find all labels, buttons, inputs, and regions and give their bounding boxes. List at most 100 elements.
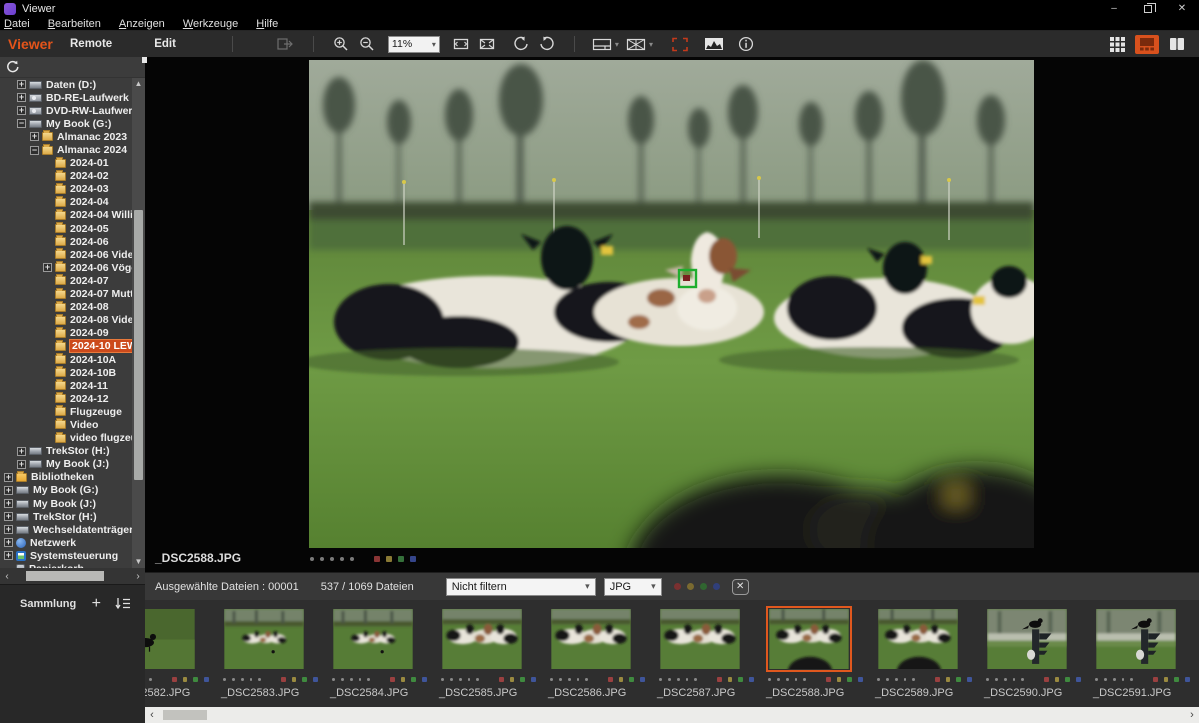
label-color-swatch[interactable] [410,556,416,562]
expand-icon[interactable]: + [4,473,13,482]
filmstrip-item[interactable]: _DSC2590.JPG [972,600,1081,699]
rating-dot[interactable] [912,678,915,681]
tree-item-2024-10a[interactable]: +2024-10A [0,353,132,366]
tree-item-my-book-g-[interactable]: −My Book (G:) [0,117,132,130]
thumbnail-rating-row[interactable] [877,677,972,682]
filmstrip-scrollbar[interactable]: ‹ › [145,707,1199,723]
menu-item-anzeigen[interactable]: Anzeigen [119,18,165,30]
tree-item-2024-07[interactable]: +2024-07 [0,274,132,287]
layout-caret-icon[interactable]: ▾ [615,40,619,49]
thumbnail-image[interactable] [1096,609,1176,669]
tree-item-flugzeuge[interactable]: +Flugzeuge [0,405,132,418]
rating-dot[interactable] [795,678,798,681]
restore-button[interactable] [1131,0,1165,17]
layout-button[interactable] [589,33,615,55]
actual-size-button[interactable] [474,33,500,55]
thumbnail-image[interactable] [660,609,740,669]
thumbnail-rating-row[interactable] [145,677,209,682]
filmstrip-scroll-thumb[interactable] [163,710,207,720]
compare-caret-icon[interactable]: ▾ [649,40,653,49]
expand-icon[interactable]: + [4,512,13,521]
rating-dot[interactable] [995,678,998,681]
label-color-swatch[interactable] [1174,677,1179,682]
label-color-swatch[interactable] [946,677,951,682]
tree-item-2024-03[interactable]: +2024-03 [0,183,132,196]
rating-dot[interactable] [1104,678,1107,681]
rating-dot[interactable] [768,678,771,681]
zoom-in-button[interactable] [328,33,354,55]
filmstrip-view-button[interactable] [1135,35,1159,54]
rating-dot[interactable] [686,678,689,681]
thumbnail-rating-row[interactable] [659,677,754,682]
rating-dot[interactable] [659,678,662,681]
thumbnail-image[interactable] [551,609,631,669]
splitter-handle[interactable] [142,57,147,63]
format-select[interactable]: JPG ▾ [604,578,662,596]
label-color-filters[interactable] [674,583,720,590]
scroll-right-icon[interactable]: › [131,571,145,582]
rating-dot[interactable] [550,678,553,681]
menu-item-datei[interactable]: Datei [4,18,30,30]
rating-dot[interactable] [241,678,244,681]
thumbnail-rating-row[interactable] [768,677,863,682]
tree-item-netzwerk[interactable]: +Netzwerk [0,536,132,549]
histogram-button[interactable] [701,33,727,55]
tree-item-2024-06-vögel[interactable]: +2024-06 Vögel [0,261,132,274]
menu-item-hilfe[interactable]: Hilfe [256,18,278,30]
tab-remote[interactable]: Remote [70,38,112,50]
rating-and-labels[interactable] [310,556,416,562]
label-color-swatch[interactable] [172,677,177,682]
menu-item-bearbeiten[interactable]: Bearbeiten [48,18,101,30]
rating-dot[interactable] [1130,678,1133,681]
thumbnail-rating-row[interactable] [1095,677,1190,682]
tree-item-almanac-2023[interactable]: +Almanac 2023 [0,130,132,143]
expand-icon[interactable]: + [4,486,13,495]
thumbnail-rating-row[interactable] [550,677,645,682]
expand-icon[interactable]: + [17,460,26,469]
label-color-filter[interactable] [700,583,707,590]
thumbnail-image[interactable] [442,609,522,669]
label-color-swatch[interactable] [629,677,634,682]
rating-dot[interactable] [258,678,261,681]
zoom-level-combobox[interactable]: 11% ▾ [388,36,440,53]
rating-dot[interactable] [1122,678,1125,681]
tree-item-2024-02[interactable]: +2024-02 [0,170,132,183]
thumbnail-image[interactable] [145,609,195,669]
filmstrip-item[interactable]: _DSC2591.JPG [1081,600,1190,699]
thumbnail-image[interactable] [224,609,304,669]
rotate-left-button[interactable] [508,33,534,55]
filmstrip-item[interactable]: _DSC2585.JPG [427,600,536,699]
rating-dot[interactable] [677,678,680,681]
filmstrip-item[interactable]: _DSC2586.JPG [536,600,645,699]
rating-dot[interactable] [786,678,789,681]
rating-dot[interactable] [1095,678,1098,681]
rating-dot[interactable] [1013,678,1016,681]
clear-filter-button[interactable]: ✕ [732,579,749,595]
rating-dot[interactable] [450,678,453,681]
label-color-swatch[interactable] [520,677,525,682]
label-color-swatch[interactable] [1065,677,1070,682]
label-color-swatch[interactable] [608,677,613,682]
rating-dot[interactable] [330,557,334,561]
expand-icon[interactable]: + [4,525,13,534]
rating-dot[interactable] [668,678,671,681]
expand-icon[interactable]: + [17,93,26,102]
tree-vscroll-thumb[interactable] [134,210,143,480]
tree-item-trekstor-h-[interactable]: +TrekStor (H:) [0,510,132,523]
label-color-swatch[interactable] [302,677,307,682]
label-color-swatch[interactable] [1185,677,1190,682]
fit-screen-button[interactable] [448,33,474,55]
filmstrip-item[interactable]: _DSC2587.JPG [645,600,754,699]
label-color-swatch[interactable] [1164,677,1169,682]
label-color-swatch[interactable] [386,556,392,562]
expand-icon[interactable]: + [17,106,26,115]
info-button[interactable] [733,33,759,55]
tree-item-wechseldatenträger-l-[interactable]: +Wechseldatenträger (L:) [0,523,132,536]
rating-dot[interactable] [986,678,989,681]
tree-item-trekstor-h-[interactable]: +TrekStor (H:) [0,445,132,458]
label-color-swatch[interactable] [935,677,940,682]
label-color-swatch[interactable] [411,677,416,682]
tree-item-bd-re-laufwerk-e-[interactable]: +BD-RE-Laufwerk (E:) [0,91,132,104]
rating-dot[interactable] [803,678,806,681]
rating-dot[interactable] [1021,678,1024,681]
